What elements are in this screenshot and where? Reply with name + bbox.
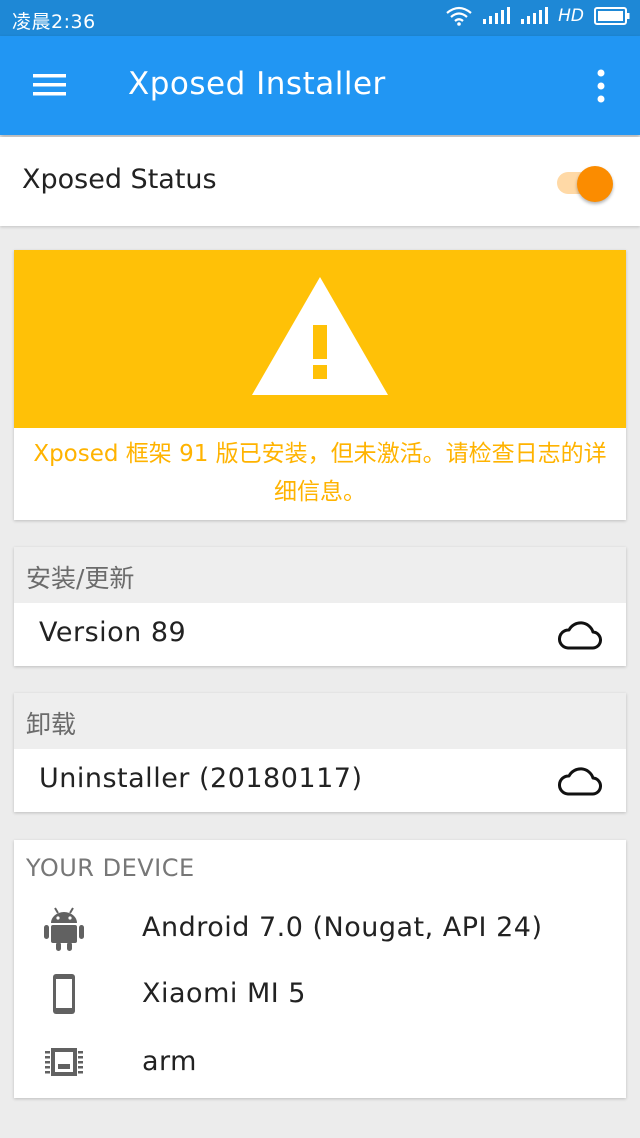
status-icons: HD <box>446 6 630 26</box>
status-time: 凌晨2:36 <box>12 11 96 33</box>
device-row-android: Android 7.0 (Nougat, API 24) <box>14 900 626 960</box>
device-model: Xiaomi MI 5 <box>142 978 306 1009</box>
device-row-model: Xiaomi MI 5 <box>14 966 626 1026</box>
uninstaller-row[interactable]: Uninstaller (20180117) <box>14 749 626 812</box>
cloud-download-icon[interactable] <box>558 765 602 797</box>
uninstaller-label: Uninstaller (20180117) <box>39 763 363 794</box>
warning-icon <box>252 277 388 395</box>
device-info-card: YOUR DEVICE Android 7.0 (Nougat, API 24)… <box>14 840 626 1098</box>
xposed-status-toggle[interactable] <box>555 166 613 202</box>
device-row-arch: arm <box>14 1034 626 1094</box>
install-version-row[interactable]: Version 89 <box>14 603 626 666</box>
uninstall-title: 卸载 <box>26 710 77 739</box>
install-update-card: 安装/更新 Version 89 <box>14 547 626 666</box>
framework-warning-card: Xposed 框架 91 版已安装，但未激活。请检查日志的详细信息。 <box>14 250 626 520</box>
xposed-status-label: Xposed Status <box>22 164 217 195</box>
phone-icon <box>53 974 75 1014</box>
status-bar: 凌晨2:36 HD <box>0 0 640 36</box>
more-vert-icon[interactable] <box>590 66 612 106</box>
app-bar: Xposed Installer <box>0 36 640 135</box>
warning-banner <box>14 250 626 428</box>
hamburger-menu-icon[interactable] <box>30 68 70 102</box>
uninstall-header: 卸载 <box>14 693 626 749</box>
device-header: YOUR DEVICE <box>26 854 195 882</box>
cpu-architecture: arm <box>142 1046 197 1077</box>
android-icon <box>44 907 84 951</box>
network-type: HD <box>558 6 584 26</box>
cpu-chip-icon <box>45 1048 83 1076</box>
install-version-label: Version 89 <box>39 617 187 648</box>
cloud-download-icon[interactable] <box>558 619 602 651</box>
wifi-icon <box>446 6 472 26</box>
install-update-title: 安装/更新 <box>26 564 135 593</box>
install-update-header: 安装/更新 <box>14 547 626 603</box>
signal-icon <box>483 7 511 24</box>
toggle-thumb <box>577 166 613 202</box>
warning-message: Xposed 框架 91 版已安装，但未激活。请检查日志的详细信息。 <box>33 441 607 505</box>
android-version: Android 7.0 (Nougat, API 24) <box>142 912 543 943</box>
xposed-status-row: Xposed Status <box>0 137 640 226</box>
uninstall-card: 卸载 Uninstaller (20180117) <box>14 693 626 812</box>
signal-icon <box>521 7 549 24</box>
app-title: Xposed Installer <box>128 66 386 102</box>
battery-icon <box>594 7 630 25</box>
